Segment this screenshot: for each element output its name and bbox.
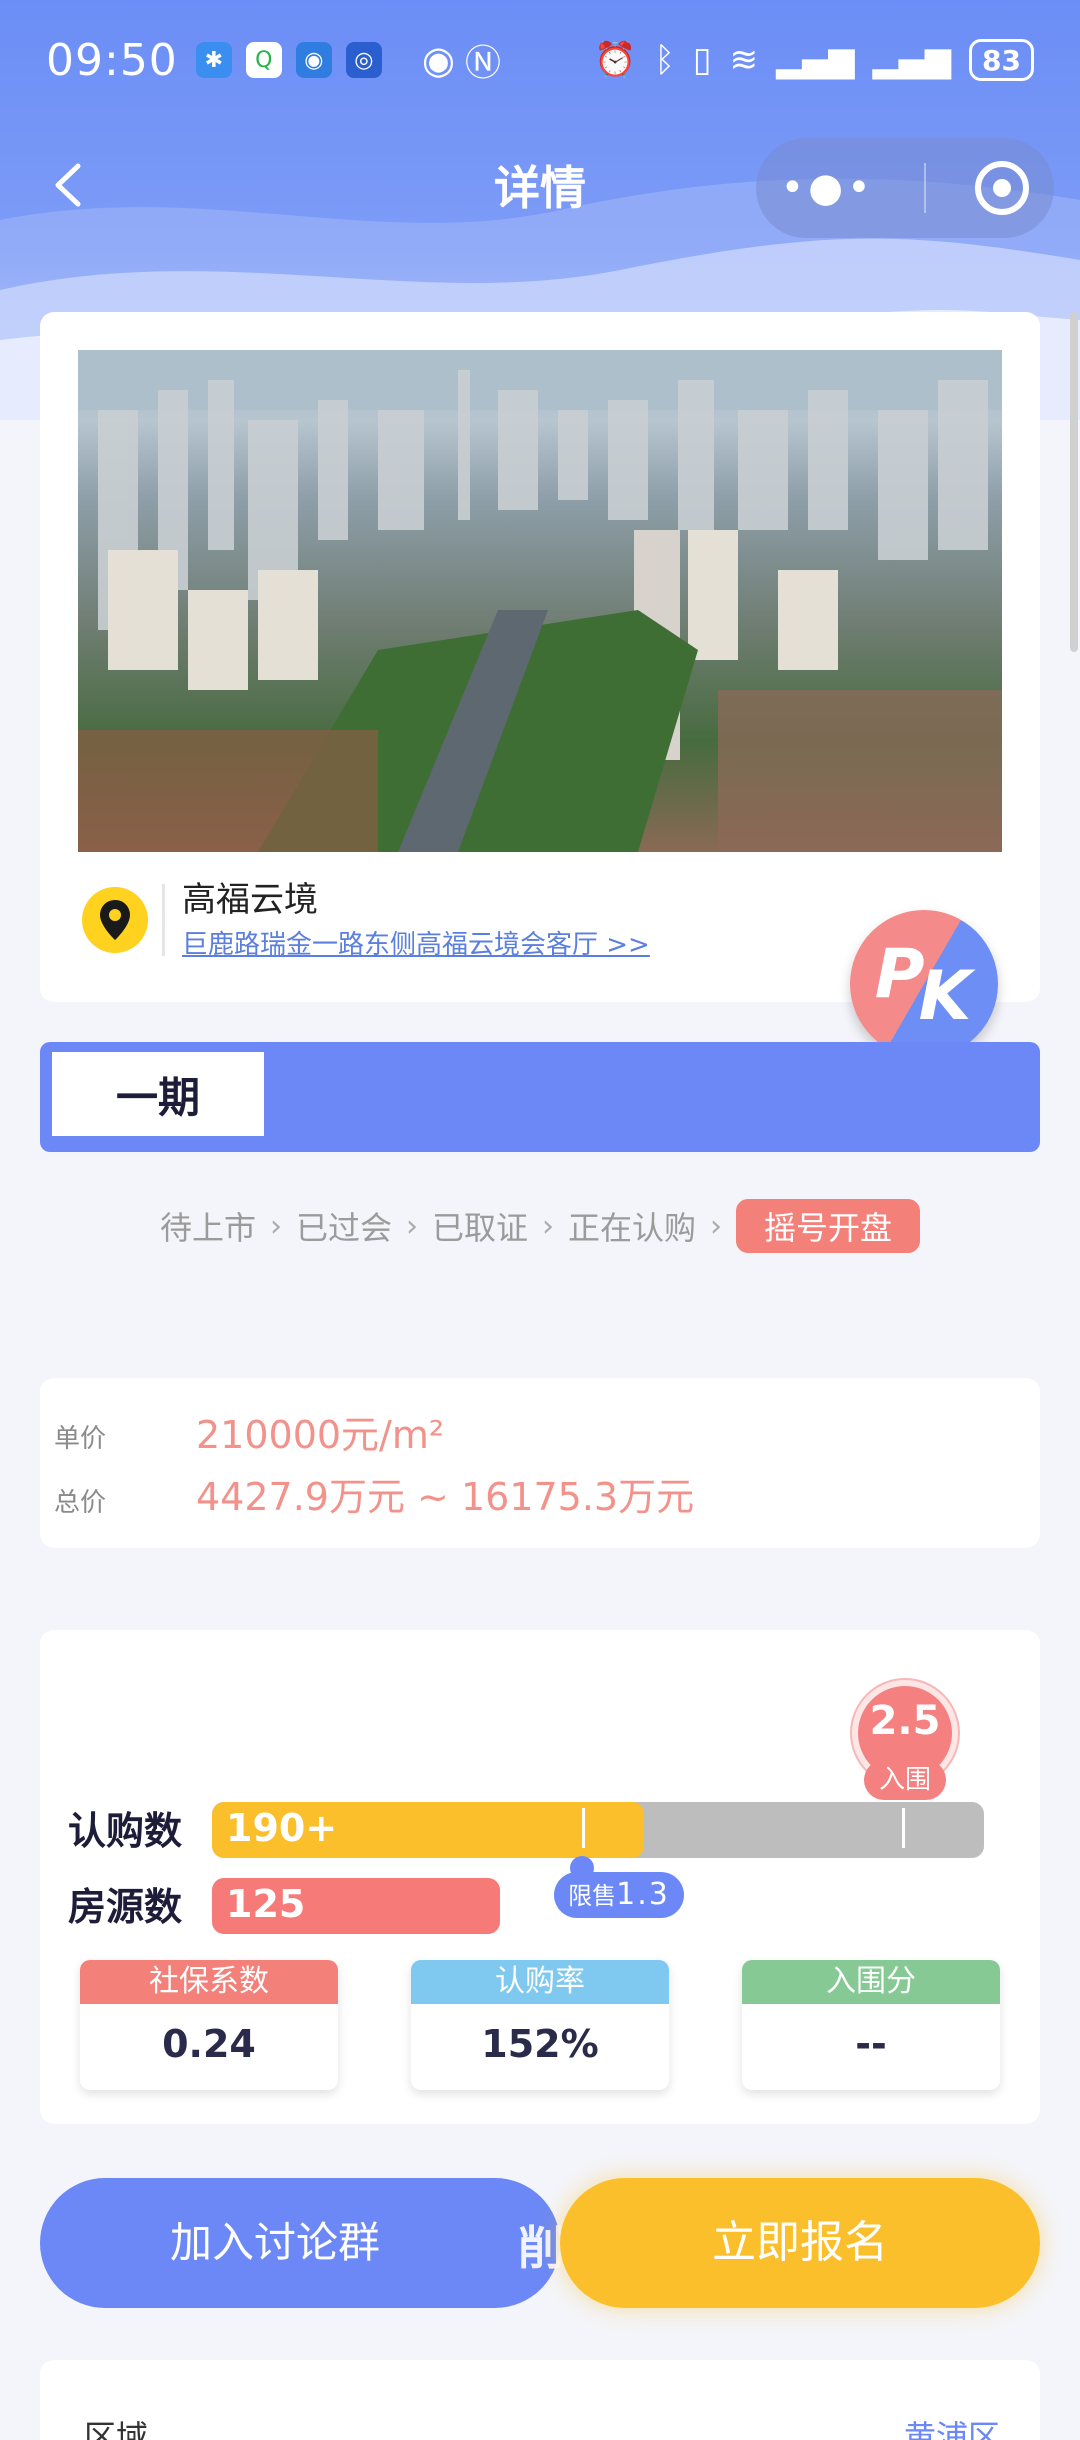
nav-bar: 详情 •●• [0,130,1080,240]
chevron-right-icon: › [405,1208,418,1244]
status-right: ⏰ ᛒ ▯ ≋ ▂▄▆ ▂▄▆ 83 [594,39,1034,81]
app-notification-icon: Q [245,42,282,78]
subscriptions-label: 认购数 [68,1809,183,1853]
step-item: 已取证 [431,1209,528,1247]
metric-label: 认购率 [411,1960,669,2004]
limit-ratio-tag: 限售1.3 [554,1872,684,1918]
subscriptions-value: 190+ [226,1806,338,1850]
status-time: 09:50 [46,34,178,86]
metric-label: 社保系数 [80,1960,338,2004]
sales-status-steps: 待上市 › 已过会 › 已取证 › 正在认购 › 摇号开盘 [0,1196,1080,1256]
metric-social-security: 社保系数 0.24 [80,1960,338,2090]
step-item: 正在认购 [568,1209,697,1247]
wifi-icon: ≋ [729,40,759,80]
app-notification-icon: ◉ [295,42,332,78]
metric-subscription-rate: 认购率 152% [411,1960,669,2090]
more-menu-icon[interactable]: •●• [781,165,875,211]
total-price-label: 总价 [54,1488,107,1518]
alarm-icon: ⏰ [594,40,637,80]
total-price-value: 4427.9万元 ~ 16175.3万元 [196,1475,695,1519]
metric-value: 0.24 [162,2022,256,2066]
action-bar: 加入讨论群 削 立即报名 [40,2178,1040,2308]
nfc-icon: Ⓝ [464,43,501,84]
battery-indicator: 83 [969,39,1034,81]
location-pin-icon [82,887,148,953]
capsule-divider [924,163,927,213]
phase-tab-bar: 一期 [40,1042,1040,1152]
cutoff-ratio-value: 2.5 [869,1698,941,1744]
miniprogram-capsule: •●• [756,138,1054,238]
project-photo [78,350,1002,852]
close-miniprogram-icon[interactable] [975,161,1030,215]
signup-button[interactable]: 立即报名 [560,2178,1040,2308]
listings-bar: 125 [212,1878,500,1934]
chevron-right-icon: › [710,1208,723,1244]
app-notification-icon: ◎ [345,42,382,78]
eye-icon: ◉ [421,38,455,82]
project-details-card: 区域 黄浦区 [40,2360,1040,2440]
status-app-icons: ✱ Q ◉ ◎ [195,42,382,78]
project-name: 高福云境 [182,880,318,920]
step-item: 待上市 [159,1209,256,1247]
subscriptions-bar: 190+ [212,1802,984,1858]
subscription-stats-card: 2.5 入围 认购数 190+ 房源数 125 限售1.3 社保系数 0.24 … [40,1630,1040,2124]
listings-value: 125 [226,1882,306,1926]
signal-icon: ▂▄▆ [872,40,952,80]
metric-value: 152% [481,2022,599,2066]
tab-phase-1[interactable]: 一期 [52,1052,264,1136]
scrollbar[interactable] [1070,312,1078,652]
signal-icon: ▂▄▆ [776,40,855,80]
status-bar: 09:50 ✱ Q ◉ ◎ ◉ Ⓝ ⏰ ᛒ ▯ ≋ ▂▄▆ ▂▄▆ 83 [0,0,1080,120]
app-notification-icon: ✱ [195,42,232,78]
pk-letter-p: P [874,934,925,1014]
bar-tick-limit [582,1808,585,1848]
unit-price-value: 210000元/m² [196,1413,445,1457]
metric-label: 入围分 [742,1960,1000,2004]
price-card: 单价 210000元/m² 总价 4427.9万元 ~ 16175.3万元 [40,1378,1040,1548]
bar-tick-cutoff [902,1808,905,1848]
pk-compare-button[interactable]: PK [850,910,998,1058]
metric-cutoff-score: 入围分 -- [742,1960,1000,2090]
chevron-right-icon: › [269,1208,282,1244]
location-divider [162,884,165,956]
bluetooth-icon: ᛒ [654,40,675,80]
limit-ratio-label: 限售 [568,1882,617,1910]
limit-ratio-value: 1.3 [616,1877,670,1912]
vibrate-icon: ▯ [692,40,712,80]
overlapping-label: 削 [518,2221,564,2275]
step-item-active: 摇号开盘 [736,1199,921,1253]
chevron-right-icon: › [542,1208,554,1244]
pk-letter-k: K [918,956,972,1036]
district-label: 区域 [84,2418,149,2440]
join-discussion-group-button[interactable]: 加入讨论群 [40,2178,560,2308]
project-address-link[interactable]: 巨鹿路瑞金一路东侧高福云境会客厅 >> [182,924,650,961]
district-value[interactable]: 黄浦区 [904,2412,1000,2440]
unit-price-label: 单价 [54,1424,107,1454]
metric-value: -- [855,2022,887,2066]
battery-level: 83 [982,43,1021,77]
listings-label: 房源数 [68,1885,183,1929]
cutoff-ratio-tag: 入围 [864,1760,946,1800]
project-card: 高福云境 巨鹿路瑞金一路东侧高福云境会客厅 >> [40,312,1040,1002]
step-item: 已过会 [295,1209,392,1247]
